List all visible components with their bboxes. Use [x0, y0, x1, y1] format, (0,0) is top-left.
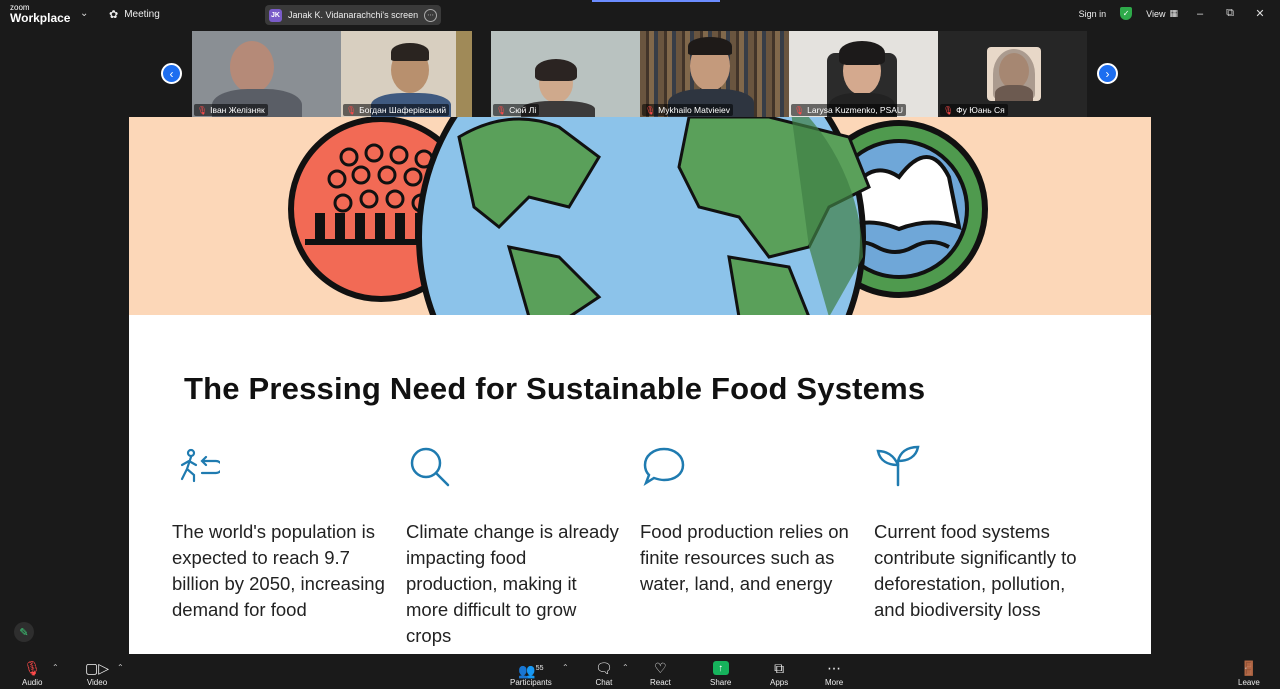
participant-tile[interactable]: 🎙 Сюй Лі	[491, 31, 640, 117]
participant-name-tag: 🎙 Іван Желізняк	[194, 104, 268, 116]
apps-label: Apps	[770, 678, 789, 687]
participant-gallery: ‹ 🎙 Іван Желізняк 🎙 Богдан Шаферівський 🎙 С…	[0, 31, 1280, 117]
title-bar: zoom Workplace ⌄ ✿ Meeting JK Janak K. V…	[0, 0, 1280, 30]
participant-name: Larysa Kuzmenko, PSAU	[807, 105, 904, 115]
participant-name-tag: 🎙 Фу Юань Ся	[940, 104, 1008, 116]
participant-name-tag: 🎙 Mykhailo Matvieiev	[642, 104, 733, 116]
mic-muted-icon: 🎙	[23, 660, 42, 676]
chevron-up-icon[interactable]: ⌃	[52, 663, 59, 672]
heart-icon: ♡	[654, 660, 667, 676]
share-screen-icon: ↑	[712, 661, 729, 675]
chat-icon: 🗨	[595, 660, 613, 676]
participant-tile[interactable]: 🎙 Іван Желізняк	[192, 31, 341, 117]
more-options-icon[interactable]: ⋯	[424, 8, 438, 22]
speech-bubble-icon	[640, 445, 855, 489]
leave-icon: 🚪	[1240, 660, 1258, 676]
sprout-icon	[874, 445, 1089, 489]
presenter-avatar: JK	[269, 8, 282, 22]
chevron-right-icon[interactable]: ›	[1097, 63, 1118, 84]
chat-label: Chat	[595, 678, 613, 687]
globe-illustration	[288, 117, 988, 315]
screen-share-label: Janak K. Vidanarachchi's screen	[288, 10, 419, 20]
react-button[interactable]: ♡ React	[650, 659, 671, 687]
meeting-menu[interactable]: ✿ Meeting	[109, 8, 160, 21]
participant-name: Іван Желізняк	[210, 105, 265, 115]
participant-name: Богдан Шаферівський	[359, 105, 447, 115]
participants-label: Participants	[510, 678, 552, 687]
chevron-left-icon[interactable]: ‹	[161, 63, 182, 84]
meeting-label: Meeting	[124, 9, 160, 20]
participant-name: Mykhailo Matvieiev	[658, 105, 730, 115]
participant-name-tag: 🎙 Богдан Шаферівський	[343, 104, 450, 116]
participant-name: Фу Юань Ся	[956, 105, 1005, 115]
view-label: View	[1146, 8, 1166, 19]
walking-person-icon	[172, 445, 387, 489]
more-button[interactable]: ⋯ More	[825, 659, 843, 687]
column-text: Climate change is already impacting food…	[406, 521, 619, 646]
apps-button[interactable]: ⧉ Apps	[770, 659, 788, 687]
pencil-icon[interactable]: ✎	[14, 622, 34, 642]
meeting-toolbar: 🎙 Audio ⌃ ▢▷ Video ⌃ 👥55 Participants ⌃ …	[0, 654, 1280, 689]
share-label: Share	[710, 678, 732, 687]
shared-slide: The Pressing Need for Sustainable Food S…	[129, 117, 1151, 654]
participant-tile[interactable]: 🎙 Larysa Kuzmenko, PSAU	[789, 31, 938, 117]
leave-label: Leave	[1238, 678, 1260, 687]
sign-in-link[interactable]: Sign in	[1079, 9, 1107, 19]
column-text: Food production relies on finite resourc…	[640, 521, 849, 594]
slide-banner	[129, 117, 1151, 315]
content-column: The world's population is expected to re…	[172, 445, 387, 623]
participant-name-tag: 🎙 Сюй Лі	[493, 104, 540, 116]
apps-icon: ⧉	[774, 660, 785, 676]
content-column: Current food systems contribute signific…	[874, 445, 1089, 623]
audio-button[interactable]: 🎙 Audio	[22, 659, 42, 687]
mic-off-icon: 🎙	[346, 105, 357, 115]
chevron-down-icon[interactable]: ⌄	[80, 8, 88, 19]
participant-tile[interactable]: 🎙 Богдан Шаферівський	[341, 31, 472, 117]
logo-big-text: Workplace	[10, 11, 71, 25]
mic-off-icon: 🎙	[645, 105, 656, 115]
video-camera-icon: ▢▷	[85, 660, 109, 676]
slide-title: The Pressing Need for Sustainable Food S…	[184, 371, 926, 406]
restore-icon[interactable]: ⧉	[1222, 7, 1238, 20]
active-indicator	[592, 0, 720, 2]
close-icon[interactable]: ✕	[1252, 7, 1268, 20]
content-column: Climate change is already impacting food…	[406, 445, 621, 649]
mic-off-icon: 🎙	[794, 105, 805, 115]
paw-icon: ✿	[109, 9, 119, 21]
chevron-up-icon[interactable]: ⌃	[622, 663, 629, 672]
share-button[interactable]: ↑ Share	[710, 659, 731, 687]
magnifier-icon	[406, 445, 621, 489]
participant-tile[interactable]: 🎙 Фу Юань Ся	[938, 31, 1087, 117]
mic-off-icon: 🎙	[496, 105, 507, 115]
mic-off-icon: 🎙	[197, 105, 208, 115]
top-right-controls: Sign in ✓ View ▦ – ⧉ ✕	[1079, 7, 1268, 20]
column-text: The world's population is expected to re…	[172, 521, 385, 620]
view-menu[interactable]: View ▦	[1146, 8, 1178, 19]
audio-label: Audio	[22, 678, 43, 687]
participant-name: Сюй Лі	[509, 105, 537, 115]
react-label: React	[650, 678, 671, 687]
participants-icon: 👥55	[518, 662, 544, 679]
chevron-up-icon[interactable]: ⌃	[117, 663, 124, 672]
participants-button[interactable]: 👥55 Participants	[510, 659, 552, 687]
mic-off-icon: 🎙	[943, 105, 954, 115]
more-icon: ⋯	[827, 660, 842, 676]
grid-icon: ▦	[1169, 8, 1178, 18]
avatar	[987, 47, 1041, 101]
participants-count: 55	[535, 665, 544, 672]
more-label: More	[825, 678, 844, 687]
chat-button[interactable]: 🗨 Chat	[595, 659, 613, 687]
participant-name-tag: 🎙 Larysa Kuzmenko, PSAU	[791, 104, 907, 116]
chevron-up-icon[interactable]: ⌃	[562, 663, 569, 672]
video-label: Video	[86, 678, 108, 687]
leave-button[interactable]: 🚪 Leave	[1238, 659, 1260, 687]
content-column: Food production relies on finite resourc…	[640, 445, 855, 597]
minimize-icon[interactable]: –	[1192, 8, 1208, 20]
column-text: Current food systems contribute signific…	[874, 521, 1077, 620]
app-logo: zoom Workplace	[10, 4, 71, 25]
video-button[interactable]: ▢▷ Video	[85, 659, 109, 687]
screen-share-pill[interactable]: JK Janak K. Vidanarachchi's screen ⋯	[265, 5, 442, 25]
shield-check-icon[interactable]: ✓	[1120, 7, 1133, 20]
participant-tile[interactable]: 🎙 Mykhailo Matvieiev	[640, 31, 789, 117]
